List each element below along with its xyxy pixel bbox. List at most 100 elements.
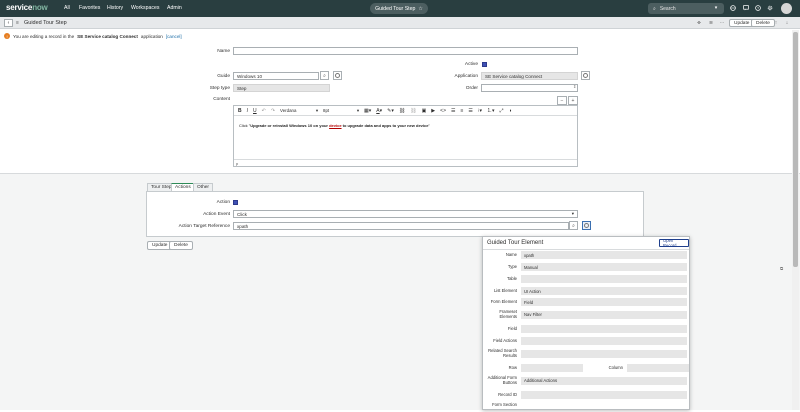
undo-icon[interactable]: ↶: [262, 108, 266, 114]
order-spinner-icon[interactable]: ⇕: [573, 84, 576, 89]
popup-field-table: [521, 275, 687, 283]
bullet-list-icon[interactable]: ⁝▾: [478, 108, 482, 114]
popup-field-record-id: [521, 391, 687, 399]
popup-label-record-id: Record ID: [498, 391, 517, 397]
popup-row-name: Name xpath: [483, 251, 687, 259]
application-label: Application: [454, 74, 478, 79]
servicenow-logo[interactable]: servicenow: [6, 3, 48, 12]
popup-label-type: Type: [507, 263, 517, 269]
highlight-icon[interactable]: ✎▾: [387, 108, 394, 114]
video-icon[interactable]: ▶: [431, 108, 435, 114]
popup-title: Guided Tour Element: [487, 240, 544, 246]
warning-text: You are editing a record in the: [13, 33, 75, 39]
align-center-icon[interactable]: ≡: [460, 108, 463, 114]
content-label: Content: [213, 97, 230, 102]
target-lookup-search-icon[interactable]: ⌕: [569, 221, 578, 230]
search-placeholder: Search: [659, 5, 676, 12]
content-text-device: device: [329, 123, 342, 128]
popup-label-additional-form-buttons: Additional Form Buttons: [487, 375, 517, 385]
popup-row-type: Type Manual: [483, 263, 687, 271]
chevron-down-icon: ▾: [356, 107, 360, 113]
font-family-select[interactable]: Verdana ▾: [280, 108, 318, 114]
globe-icon[interactable]: [729, 4, 737, 12]
underline-icon[interactable]: U: [253, 108, 257, 114]
more-options-icon[interactable]: ⋯: [718, 19, 726, 27]
order-field[interactable]: [481, 84, 578, 92]
warning-icon: !: [4, 33, 10, 39]
table-icon[interactable]: ▦▾: [364, 108, 371, 114]
activity-stream-icon[interactable]: ≋: [707, 19, 715, 27]
guide-field[interactable]: Windows 10: [233, 72, 319, 80]
search-icon: ⌕: [653, 5, 656, 12]
context-title-pill[interactable]: Guided Tour Step ☆: [370, 3, 428, 14]
code-icon[interactable]: <>: [440, 108, 446, 114]
scope-picker-icon[interactable]: ▾: [712, 4, 720, 12]
action-event-value: Click: [237, 211, 247, 217]
delete-button-bottom[interactable]: Delete: [169, 241, 193, 250]
order-label: Order: [465, 86, 478, 91]
italic-icon[interactable]: I: [247, 108, 248, 114]
popup-row-field-actions: Field Actions: [483, 337, 687, 345]
user-avatar[interactable]: [781, 3, 792, 14]
guide-info-icon[interactable]: [333, 71, 342, 80]
contrast-icon[interactable]: ◑: [509, 108, 512, 114]
action-event-select[interactable]: Click ▾: [233, 210, 578, 218]
fullscreen-icon[interactable]: ⤢: [500, 108, 504, 114]
target-preview-info-icon[interactable]: [582, 221, 591, 230]
popup-field-related-search-results: [521, 349, 687, 358]
nav-link-history[interactable]: History: [107, 5, 123, 11]
nav-link-favorites[interactable]: Favorites: [79, 5, 100, 11]
popup-row-table: Table: [483, 275, 687, 283]
align-left-icon[interactable]: ☰: [451, 108, 455, 114]
action-target-reference-label: Action Target Reference: [178, 224, 230, 229]
nav-link-workspaces[interactable]: Workspaces: [131, 5, 159, 11]
action-checkbox[interactable]: [233, 200, 238, 205]
nav-link-admin[interactable]: Admin: [167, 5, 182, 11]
align-right-icon[interactable]: ☰: [468, 108, 472, 114]
bold-icon[interactable]: B: [238, 108, 242, 114]
popup-field-field: [521, 325, 687, 333]
settings-gear-icon[interactable]: [766, 4, 774, 12]
nav-link-all[interactable]: All: [64, 5, 70, 11]
page-scrollbar-thumb[interactable]: [793, 32, 798, 267]
popup-label-name: Name: [505, 251, 517, 257]
back-button[interactable]: ‹: [4, 19, 13, 27]
name-field[interactable]: [233, 47, 578, 55]
chevron-left-icon: ‹: [7, 20, 10, 26]
help-icon[interactable]: ?: [754, 4, 762, 12]
content-text-suffix: ": [428, 123, 430, 128]
font-size-select[interactable]: 8pt ▾: [323, 108, 359, 114]
popup-row-row-column: Row Column: [483, 364, 689, 372]
copy-icon[interactable]: ⧉: [780, 266, 783, 271]
collapse-editor-button[interactable]: −: [557, 96, 567, 105]
editor-content[interactable]: Click "Upgrade or reinstall Windows 10 o…: [239, 123, 430, 128]
unlink-icon[interactable]: ⛓: [410, 108, 416, 114]
form-header-bar: [0, 17, 800, 29]
star-icon[interactable]: ☆: [418, 6, 422, 12]
active-checkbox[interactable]: [482, 62, 487, 67]
popup-label-frameset-elements: Frameset Elements: [499, 309, 517, 319]
content-rich-text-editor[interactable]: B I U ↶ ↷ Verdana ▾ 8pt ▾ ▦▾ A▾ ✎▾ ⛓ ⛓ ▣ ▶…: [233, 105, 578, 167]
font-color-icon[interactable]: A▾: [376, 108, 382, 114]
guide-lookup-search-icon[interactable]: ⌕: [320, 71, 329, 80]
redo-icon[interactable]: ↷: [271, 108, 275, 114]
arrow-down-icon[interactable]: ↓: [783, 19, 791, 27]
attachment-icon[interactable]: ⌯: [695, 19, 703, 27]
open-record-button[interactable]: Open Record: [659, 238, 689, 248]
action-target-reference-field[interactable]: xpath: [233, 222, 569, 230]
popup-row-field: Field: [483, 325, 687, 333]
image-icon[interactable]: ▣: [422, 108, 427, 114]
expand-editor-button[interactable]: +: [568, 96, 578, 105]
link-icon[interactable]: ⛓: [399, 108, 405, 114]
scope-warning-message: ! You are editing a record in the SE Ser…: [0, 30, 800, 42]
hamburger-menu-icon[interactable]: ≡: [16, 20, 19, 26]
application-info-icon[interactable]: [581, 71, 590, 80]
content-text-bold-2: upgrade data and apps to your new device: [347, 123, 429, 128]
numbered-list-icon[interactable]: ⒈▾: [487, 107, 495, 114]
popup-field-name: xpath: [521, 251, 687, 259]
svg-text:?: ?: [757, 6, 759, 10]
chat-icon[interactable]: [742, 4, 750, 12]
arrow-up-icon[interactable]: ↑: [772, 19, 780, 27]
popup-field-column: [627, 364, 689, 372]
cancel-link[interactable]: [cancel]: [166, 34, 182, 39]
